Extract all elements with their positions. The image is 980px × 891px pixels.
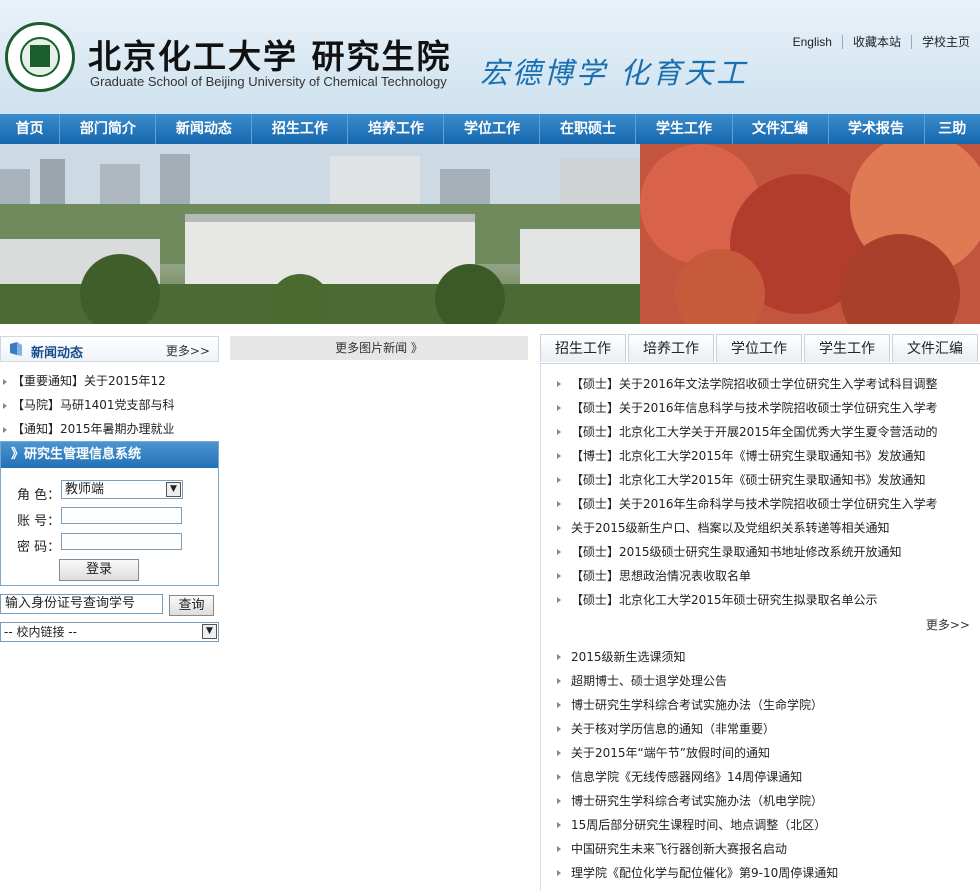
nav-admissions[interactable]: 招生工作 [252, 114, 349, 144]
nav-academic-reports[interactable]: 学术报告 [829, 114, 925, 144]
bullet-arrow-icon [3, 379, 7, 385]
account-label: 账 号： [17, 514, 61, 529]
list-item[interactable]: 【硕士】关于2016年文法学院招收硕士学位研究生入学考试科目调整 [557, 373, 977, 395]
university-seal-logo[interactable] [5, 22, 75, 92]
nav-news[interactable]: 新闻动态 [156, 114, 253, 144]
account-input[interactable] [61, 507, 182, 524]
login-panel-title: 》研究生管理信息系统 [1, 442, 218, 468]
bullet-arrow-icon [557, 501, 561, 507]
bullet-arrow-icon [557, 549, 561, 555]
list-item[interactable]: 【硕士】关于2016年生命科学与技术学院招收硕士学位研究生入学考 [557, 493, 977, 515]
bullet-arrow-icon [557, 870, 561, 876]
list-item[interactable]: 【硕士】关于2016年信息科学与技术学院招收硕士学位研究生入学考 [557, 397, 977, 419]
school-name-chinese[interactable]: 北京化工大学 研究生院 [88, 30, 452, 78]
bullet-arrow-icon [557, 453, 561, 459]
campus-links-select[interactable]: -- 校内链接 -- ▼ [0, 622, 219, 642]
bullet-arrow-icon [3, 427, 7, 433]
nav-student-affairs[interactable]: 学生工作 [636, 114, 733, 144]
site-header: 北京化工大学 研究生院 Graduate School of Beijing U… [0, 0, 980, 114]
list-item[interactable]: 中国研究生未来飞行器创新大赛报名启动 [557, 838, 977, 860]
list-item[interactable]: 【硕士】北京化工大学2015年硕士研究生拟录取名单公示 [557, 589, 977, 611]
announcements-more-link[interactable]: 更多>> [926, 616, 970, 633]
announcement-panel: 【硕士】关于2016年文法学院招收硕士学位研究生入学考试科目调整 【硕士】关于2… [540, 363, 980, 891]
school-motto: 宏德博学 化育天工 [480, 56, 749, 90]
bullet-arrow-icon [557, 573, 561, 579]
university-home-link[interactable]: 学校主页 [910, 35, 980, 49]
news-more-link[interactable]: 更多>> [166, 342, 210, 359]
list-item[interactable]: 【重要通知】关于2015年12 [0, 370, 219, 394]
main-nav: 首页 部门简介 新闻动态 招生工作 培养工作 学位工作 在职硕士 学生工作 文件… [0, 114, 980, 144]
nav-department-intro[interactable]: 部门简介 [60, 114, 157, 144]
nav-training[interactable]: 培养工作 [348, 114, 445, 144]
list-item[interactable]: 信息学院《无线传感器网络》14周停课通知 [557, 766, 977, 788]
login-button[interactable]: 登录 [59, 559, 139, 581]
bullet-arrow-icon [557, 525, 561, 531]
list-item[interactable]: 关于核对学历信息的通知（非常重要） [557, 718, 977, 740]
tab-degree[interactable]: 学位工作 [716, 334, 802, 362]
bullet-arrow-icon [557, 750, 561, 756]
id-number-input[interactable]: 输入身份证号查询学号 [0, 594, 163, 614]
list-item[interactable]: 【马院】马研1401党支部与科 [0, 394, 219, 418]
bullet-arrow-icon [557, 702, 561, 708]
bullet-arrow-icon [557, 822, 561, 828]
login-panel: 》研究生管理信息系统 角 色： 教师端 ▼ 账 号： 密 码： 登录 [0, 441, 219, 586]
tab-documents[interactable]: 文件汇编 [892, 334, 978, 362]
nav-degree[interactable]: 学位工作 [444, 114, 541, 144]
bullet-arrow-icon [3, 403, 7, 409]
list-item[interactable]: 2015级新生选课须知 [557, 646, 977, 668]
list-item[interactable]: 15周后部分研究生课程时间、地点调整（北区） [557, 814, 977, 836]
nav-inservice-master[interactable]: 在职硕士 [540, 114, 637, 144]
top-links: English 收藏本站 学校主页 [783, 33, 980, 50]
list-item[interactable]: 关于2015年“端午节”放假时间的通知 [557, 742, 977, 764]
query-button[interactable]: 查询 [169, 595, 214, 616]
list-item[interactable]: 博士研究生学科综合考试实施办法（生命学院） [557, 694, 977, 716]
bullet-arrow-icon [557, 429, 561, 435]
bullet-arrow-icon [557, 774, 561, 780]
campus-banner-image [0, 144, 980, 324]
list-item[interactable]: 【博士】北京化工大学2015年《博士研究生录取通知书》发放通知 [557, 445, 977, 467]
list-item[interactable]: 【硕士】北京化工大学关于开展2015年全国优秀大学生夏令营活动的 [557, 421, 977, 443]
school-name-english: Graduate School of Beijing University of… [90, 74, 447, 89]
list-item[interactable]: 【硕士】思想政治情况表收取名单 [557, 565, 977, 587]
tab-training[interactable]: 培养工作 [628, 334, 714, 362]
news-title: 新闻动态 [31, 346, 84, 361]
chevron-down-icon[interactable]: ▼ [202, 624, 217, 639]
nav-documents[interactable]: 文件汇编 [733, 114, 829, 144]
list-item[interactable]: 【通知】2015年暑期办理就业 [0, 418, 219, 442]
password-label: 密 码： [17, 540, 61, 555]
role-label: 角 色： [17, 488, 61, 503]
english-link[interactable]: English [783, 35, 842, 49]
bullet-arrow-icon [557, 654, 561, 660]
bookmark-link[interactable]: 收藏本站 [841, 35, 911, 49]
tab-admissions[interactable]: 招生工作 [540, 334, 626, 362]
bullet-arrow-icon [557, 726, 561, 732]
news-icon [10, 342, 22, 356]
bullet-arrow-icon [557, 381, 561, 387]
news-section-header: 新闻动态 更多>> [0, 336, 219, 362]
nav-assistantships[interactable]: 三助 [925, 114, 980, 144]
bullet-arrow-icon [557, 405, 561, 411]
list-item[interactable]: 超期博士、硕士退学处理公告 [557, 670, 977, 692]
list-item[interactable]: 【硕士】2015级硕士研究生录取通知书地址修改系统开放通知 [557, 541, 977, 563]
seal-emblem [30, 45, 50, 67]
password-input[interactable] [61, 533, 182, 550]
bullet-arrow-icon [557, 846, 561, 852]
news-list: 【重要通知】关于2015年12 【马院】马研1401党支部与科 【通知】2015… [0, 370, 219, 442]
tab-student-affairs[interactable]: 学生工作 [804, 334, 890, 362]
list-item[interactable]: 理学院《配位化学与配位催化》第9-10周停课通知 [557, 862, 977, 884]
more-picture-news-link[interactable]: 更多图片新闻 》 [230, 336, 528, 360]
list-item[interactable]: 博士研究生学科综合考试实施办法（机电学院） [557, 790, 977, 812]
bullet-arrow-icon [557, 597, 561, 603]
nav-home[interactable]: 首页 [0, 114, 61, 144]
list-item[interactable]: 关于2015级新生户口、档案以及党组织关系转递等相关通知 [557, 517, 977, 539]
bullet-arrow-icon [557, 477, 561, 483]
category-tabs: 招生工作 培养工作 学位工作 学生工作 文件汇编 [540, 334, 980, 364]
chevron-down-icon[interactable]: ▼ [166, 482, 181, 497]
list-item[interactable]: 【硕士】北京化工大学2015年《硕士研究生录取通知书》发放通知 [557, 469, 977, 491]
role-select[interactable]: 教师端 ▼ [61, 480, 183, 499]
bullet-arrow-icon [557, 678, 561, 684]
campus-scene [0, 144, 980, 324]
bullet-arrow-icon [557, 798, 561, 804]
